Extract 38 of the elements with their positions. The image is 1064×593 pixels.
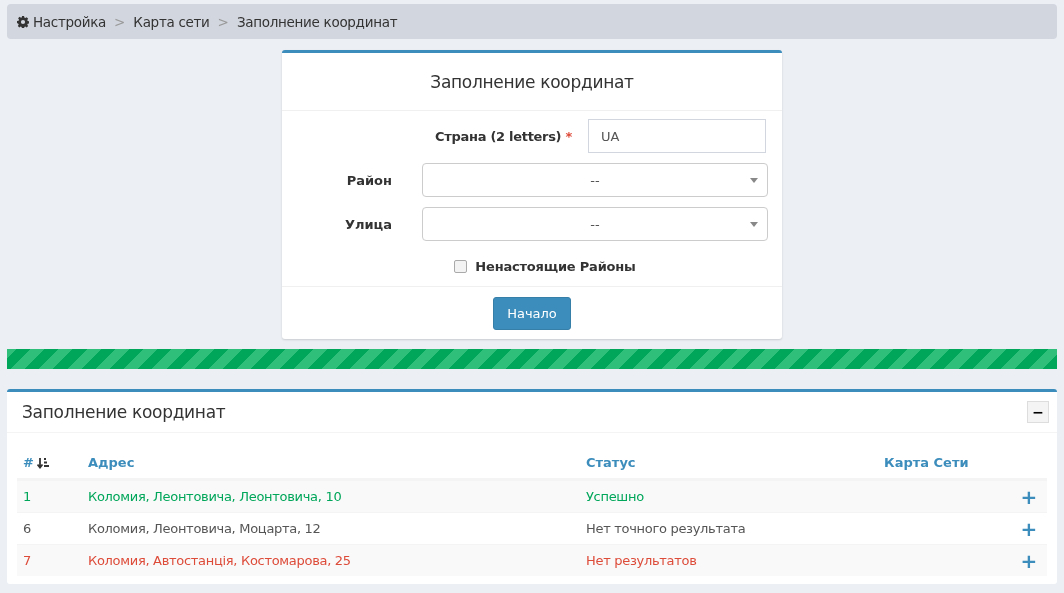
breadcrumb-separator: > — [114, 13, 126, 30]
table-cell-text: Успешно — [586, 489, 645, 504]
table-cell-text: 1 — [22, 489, 32, 504]
column-header[interactable]: Адрес — [88, 455, 586, 470]
table-cell-text: Коломия, Леонтовича, Моцарта, 12 — [88, 521, 322, 536]
breadcrumb-link[interactable]: Настройка — [33, 13, 107, 30]
add-button[interactable]: + — [1020, 550, 1037, 571]
table-cell-text: Нет результатов — [586, 553, 698, 568]
caret-icon — [750, 178, 758, 183]
form-title: Заполнение координат — [282, 53, 782, 111]
street-select[interactable]: -- — [422, 207, 768, 241]
checkbox-label: Ненастоящие Районы — [475, 259, 636, 274]
district-select[interactable]: -- — [422, 163, 768, 197]
column-header[interactable]: # — [17, 455, 88, 470]
street-label: Улица — [343, 216, 393, 232]
column-header[interactable]: Статус — [586, 455, 884, 470]
breadcrumb-link[interactable]: Заполнение координат — [236, 13, 398, 30]
table-cell-text: Коломия, Автостанція, Костомарова, 25 — [88, 553, 352, 568]
panel-title: Заполнение координат — [22, 402, 226, 422]
table-cell-text: 7 — [22, 553, 32, 568]
table-cell-text: Нет точного результата — [586, 521, 747, 536]
breadcrumb-separator: > — [217, 13, 229, 30]
country-field[interactable]: UA — [588, 119, 766, 153]
checkbox[interactable] — [454, 260, 468, 273]
collapse-button[interactable]: − — [1027, 401, 1049, 423]
column-header[interactable]: Карта Сети — [884, 455, 1047, 470]
add-button[interactable]: + — [1020, 518, 1037, 539]
district-label: Район — [345, 172, 393, 188]
table-cell-text: Коломия, Леонтовича, Леонтовича, 10 — [88, 489, 343, 504]
country-label: Страна (2 letters) * — [434, 128, 573, 144]
required-mark: * — [565, 128, 572, 144]
sort-icon — [36, 456, 49, 469]
table-cell-text: 6 — [22, 521, 32, 536]
caret-icon — [750, 222, 758, 227]
add-button[interactable]: + — [1020, 486, 1037, 507]
start-button[interactable]: Начало — [493, 297, 571, 330]
settings-icon — [17, 15, 29, 28]
breadcrumb-link[interactable]: Карта сети — [133, 13, 210, 30]
